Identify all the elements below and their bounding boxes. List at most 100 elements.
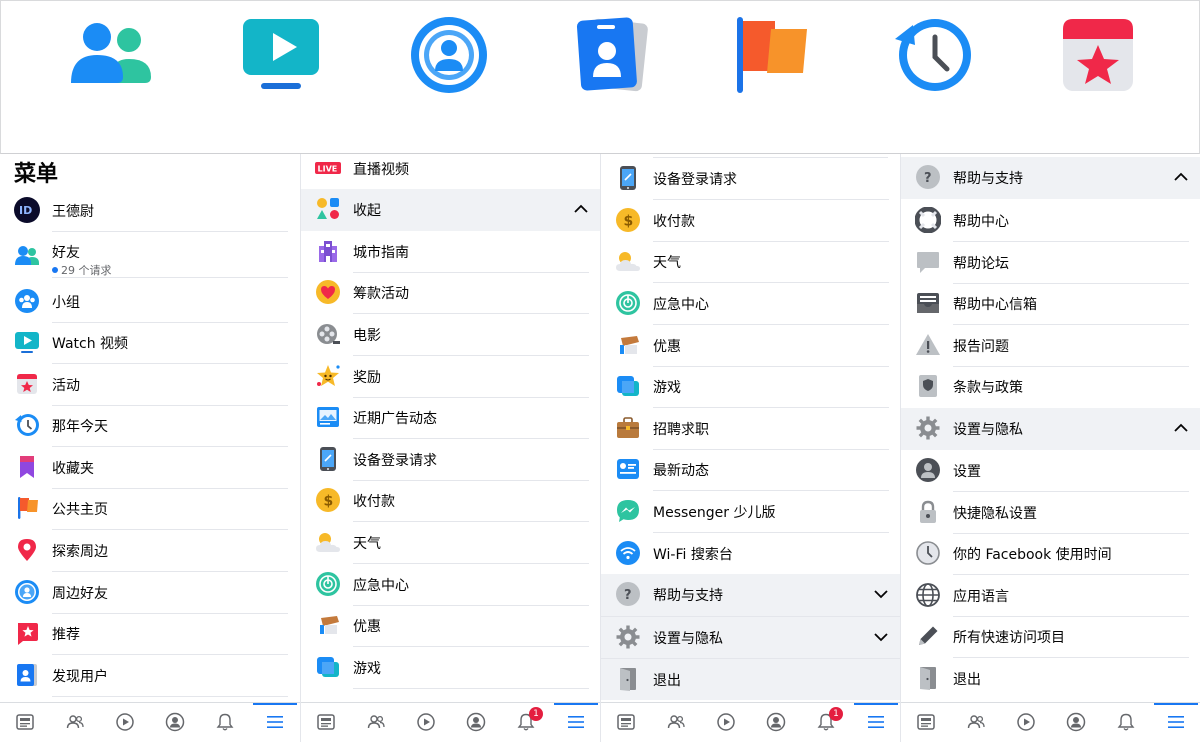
menu-item-log-out[interactable]: 退出 — [601, 658, 900, 700]
menu-item-movies[interactable]: 电影 — [301, 314, 600, 356]
menu-item-help-support[interactable]: ? 帮助与支持 — [901, 157, 1200, 199]
menu-item-help-center[interactable]: 帮助中心 — [901, 200, 1200, 242]
menu-item-saved[interactable]: 收藏夹 — [0, 447, 300, 489]
menu-item-recommendations[interactable]: 推荐 — [0, 613, 300, 655]
menu-item-fundraisers[interactable]: 筹款活动 — [301, 272, 600, 314]
globe-icon — [916, 583, 940, 607]
menu-item-nearby[interactable]: 探索周边 — [0, 530, 300, 572]
menu-item-device-requests[interactable]: 设备登录请求 — [601, 158, 900, 200]
payment-icon: $ — [316, 488, 340, 512]
tab-news-feed[interactable] — [901, 703, 951, 742]
menu-item-terms-policies[interactable]: 条款与政策 — [901, 366, 1200, 408]
menu-item-watch[interactable]: Watch 视频 — [0, 322, 300, 364]
menu-item-recent-ad-activity[interactable]: 近期广告动态 — [301, 397, 600, 439]
menu-item-log-out[interactable]: 退出 — [901, 658, 1200, 700]
tab-menu[interactable] — [250, 703, 300, 742]
tab-news-feed[interactable] — [0, 703, 50, 742]
nearby-friends-icon[interactable] — [407, 15, 491, 95]
tab-friends[interactable] — [351, 703, 401, 742]
menu-item-profile[interactable]: ID 王德尉 — [0, 190, 300, 232]
tab-watch[interactable] — [100, 703, 150, 742]
device-icon — [320, 447, 336, 471]
menu-item-games[interactable]: 游戏 — [301, 647, 600, 689]
watch-icon — [15, 332, 39, 353]
menu-item-help-support[interactable]: ? 帮助与支持 — [601, 574, 900, 616]
tab-bar — [0, 702, 300, 742]
menu-item-discover-people[interactable]: 发现用户 — [0, 655, 300, 697]
menu-item-app-language[interactable]: 应用语言 — [901, 575, 1200, 617]
menu-item-help-forum[interactable]: 帮助论坛 — [901, 242, 1200, 284]
settings-icon — [616, 625, 640, 649]
menu-item-settings-privacy[interactable]: 设置与隐私 — [901, 408, 1200, 450]
menu-item-nearby-friends[interactable]: 周边好友 — [0, 572, 300, 614]
watch-tab-icon — [116, 713, 134, 731]
tab-friends[interactable] — [951, 703, 1001, 742]
menu-item-city-guides[interactable]: 城市指南 — [301, 231, 600, 273]
tab-notifications[interactable] — [200, 703, 250, 742]
weather-icon — [616, 252, 640, 271]
menu-item-live-video[interactable]: LIVE 直播视频 — [301, 154, 600, 190]
tab-friends[interactable] — [50, 703, 100, 742]
menu-item-privacy-shortcuts[interactable]: 快捷隐私设置 — [901, 492, 1200, 534]
menu-item-weather[interactable]: 天气 — [301, 522, 600, 564]
menu-item-messenger-kids[interactable]: Messenger 少儿版 — [601, 491, 900, 533]
memories-icon[interactable] — [891, 15, 975, 95]
menu-item-wifi-finder[interactable]: Wi-Fi 搜索台 — [601, 533, 900, 575]
tab-watch[interactable] — [1001, 703, 1051, 742]
menu-item-friends[interactable]: 好友 29 个请求 — [0, 236, 300, 278]
chevron-down-icon — [874, 590, 888, 599]
tab-bar: 1 — [301, 702, 600, 742]
menu-item-groups[interactable]: 小组 — [0, 281, 300, 323]
tab-watch[interactable] — [701, 703, 751, 742]
menu-item-crisis-response[interactable]: 应急中心 — [601, 283, 900, 325]
pages-icon[interactable] — [727, 15, 811, 95]
menu-item-crisis-response[interactable]: 应急中心 — [301, 564, 600, 606]
events-icon — [17, 374, 37, 394]
profile-tab-icon — [165, 712, 185, 732]
settings-icon — [916, 416, 940, 440]
menu-item-collapse[interactable]: 收起 — [301, 189, 600, 231]
menu-item-pages[interactable]: 公共主页 — [0, 488, 300, 530]
menu-item-events[interactable]: 活动 — [0, 364, 300, 406]
menu-item-offers[interactable]: 优惠 — [601, 325, 900, 367]
menu-item-device-requests[interactable]: 设备登录请求 — [301, 439, 600, 481]
menu-panel-1: 菜单 ID 王德尉 好友 29 个请求 小组 Watch 视频 活动 那年今天 … — [0, 154, 300, 742]
menu-item-all-shortcuts[interactable]: 所有快速访问项目 — [901, 616, 1200, 658]
menu-item-time-on-facebook[interactable]: 你的 Facebook 使用时间 — [901, 533, 1200, 575]
discover-people-icon[interactable] — [573, 15, 657, 95]
menu-item-jobs[interactable]: 招聘求职 — [601, 408, 900, 450]
watch-icon[interactable] — [239, 15, 323, 95]
menu-item-offers[interactable]: 优惠 — [301, 605, 600, 647]
menu-item-latest-feed[interactable]: 最新动态 — [601, 449, 900, 491]
tab-friends[interactable] — [651, 703, 701, 742]
menu-item-weather[interactable]: 天气 — [601, 241, 900, 283]
menu-item-settings[interactable]: 设置 — [901, 450, 1200, 492]
tab-news-feed[interactable] — [601, 703, 651, 742]
menu-item-games[interactable]: 游戏 — [601, 366, 900, 408]
menu-item-payments[interactable]: $ 收付款 — [601, 200, 900, 242]
menu-item-report-problem[interactable]: 报告问题 — [901, 325, 1200, 367]
menu-item-settings-privacy[interactable]: 设置与隐私 — [601, 616, 900, 658]
friends-icon[interactable] — [69, 15, 153, 95]
menu-item-support-inbox[interactable]: 帮助中心信箱 — [901, 283, 1200, 325]
tab-profile[interactable] — [451, 703, 501, 742]
profile-tab-icon — [1066, 712, 1086, 732]
tab-menu[interactable] — [1151, 703, 1200, 742]
tab-menu[interactable] — [851, 703, 900, 742]
menu-item-payments[interactable]: $ 收付款 — [301, 480, 600, 522]
menu-item-memories[interactable]: 那年今天 — [0, 405, 300, 447]
tab-watch[interactable] — [401, 703, 451, 742]
tab-notifications[interactable] — [1101, 703, 1151, 742]
tab-profile[interactable] — [1051, 703, 1101, 742]
menu-item-rewards[interactable]: 奖励 — [301, 356, 600, 398]
tab-notifications[interactable]: 1 — [501, 703, 551, 742]
tab-profile[interactable] — [751, 703, 801, 742]
lock-icon — [920, 500, 936, 523]
events-icon[interactable] — [1057, 15, 1141, 95]
tab-menu[interactable] — [551, 703, 600, 742]
menu-icon — [568, 716, 584, 728]
tab-news-feed[interactable] — [301, 703, 351, 742]
tab-profile[interactable] — [150, 703, 200, 742]
tab-notifications[interactable]: 1 — [801, 703, 851, 742]
memories-icon — [15, 414, 39, 436]
